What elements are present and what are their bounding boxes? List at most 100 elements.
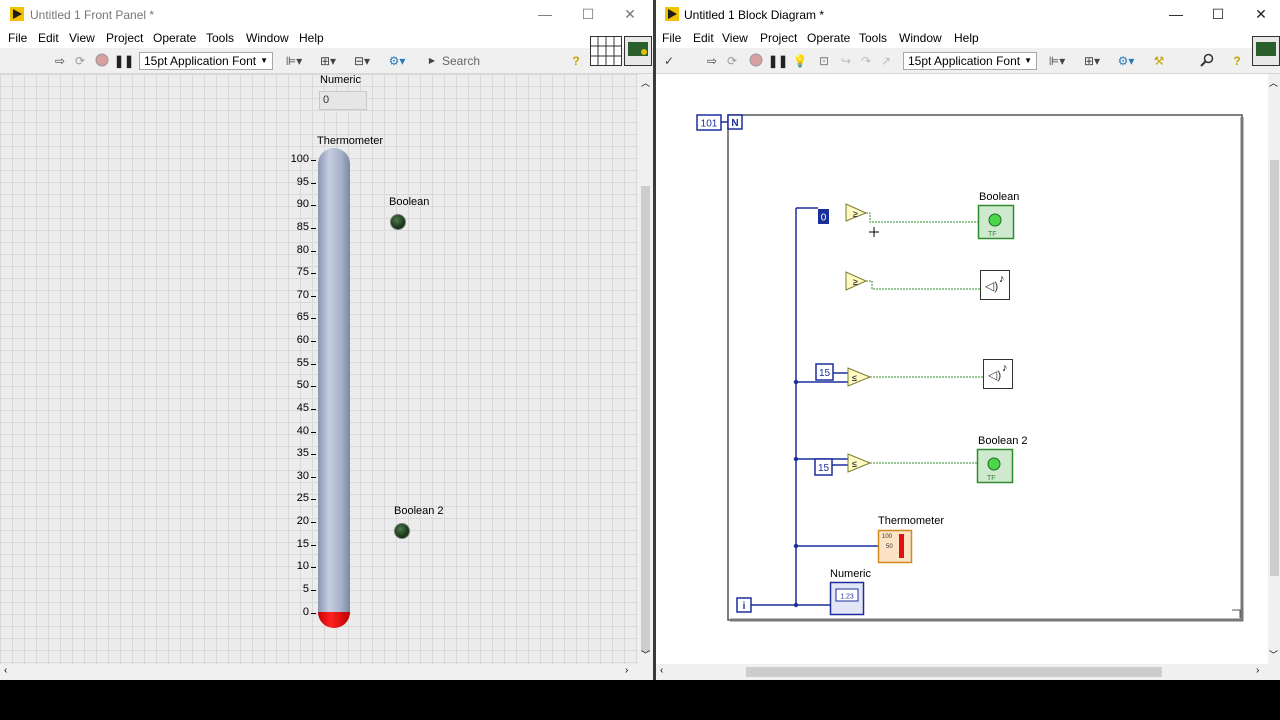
menu-operate[interactable]: Operate bbox=[807, 31, 850, 45]
menu-project[interactable]: Project bbox=[760, 31, 797, 45]
minimize-icon[interactable]: — bbox=[1168, 6, 1184, 22]
reorder-icon[interactable]: ⚙▾ bbox=[1114, 53, 1138, 69]
scroll-down-icon[interactable]: ﹀ bbox=[641, 648, 650, 661]
context-help-icon[interactable]: ? bbox=[1229, 53, 1245, 69]
highlight-execution-icon[interactable]: 💡 bbox=[792, 53, 808, 69]
vi-icon[interactable] bbox=[624, 36, 652, 66]
font-selector[interactable]: 15pt Application Font ▼ bbox=[903, 52, 1037, 70]
menu-operate[interactable]: Operate bbox=[153, 31, 196, 45]
maximize-icon[interactable]: ☐ bbox=[580, 6, 596, 22]
resize-handle-icon[interactable] bbox=[1232, 609, 1241, 618]
minimize-icon[interactable]: — bbox=[537, 6, 553, 22]
retain-wire-values-icon[interactable]: ⊡ bbox=[816, 53, 832, 69]
clean-up-diagram-icon[interactable]: ⚒ bbox=[1148, 53, 1170, 69]
svg-text:≥: ≥ bbox=[853, 277, 858, 287]
vi-icon[interactable] bbox=[1252, 36, 1280, 66]
close-icon[interactable]: ✕ bbox=[1253, 6, 1269, 22]
boolean-led[interactable] bbox=[390, 214, 406, 230]
run-continuously-icon[interactable]: ⟳ bbox=[72, 53, 88, 69]
less-or-equal-node-1[interactable]: ≤ bbox=[847, 367, 872, 387]
step-into-icon[interactable]: ↪ bbox=[838, 53, 854, 69]
menu-view[interactable]: View bbox=[69, 31, 95, 45]
align-objects-icon[interactable]: ⊫▾ bbox=[282, 53, 306, 69]
numeric-indicator[interactable]: 0 bbox=[319, 91, 367, 110]
apply-check-icon[interactable]: ✓ bbox=[662, 53, 676, 69]
menu-window[interactable]: Window bbox=[899, 31, 942, 45]
run-arrow-icon[interactable]: ⇨ bbox=[52, 53, 68, 69]
greater-or-equal-node-2[interactable]: ≥ bbox=[845, 271, 868, 291]
pause-icon[interactable]: ❚❚ bbox=[114, 53, 134, 69]
scroll-down-icon[interactable]: ﹀ bbox=[1269, 648, 1278, 661]
beep-node-1-icon[interactable]: ◁) ♪ bbox=[980, 270, 1010, 300]
thermometer-tick-label: 70 bbox=[296, 288, 309, 301]
menu-help[interactable]: Help bbox=[954, 31, 979, 45]
boolean-2-label: Boolean 2 bbox=[394, 505, 444, 517]
thermometer-tick-label: 5 bbox=[302, 582, 309, 595]
connector-pane-icon[interactable] bbox=[590, 36, 622, 66]
front-panel-window: Untitled 1 Front Panel * — ☐ ✕ File Edit… bbox=[0, 0, 653, 680]
scroll-right-icon[interactable]: › bbox=[1256, 665, 1259, 676]
menu-window[interactable]: Window bbox=[246, 31, 289, 45]
distribute-objects-icon[interactable]: ⊞▾ bbox=[316, 53, 340, 69]
vertical-scroll-thumb[interactable] bbox=[1270, 160, 1279, 576]
menu-tools[interactable]: Tools bbox=[859, 31, 887, 45]
abort-icon[interactable] bbox=[748, 53, 764, 69]
thermometer-tick-label: 50 bbox=[296, 379, 309, 392]
menu-edit[interactable]: Edit bbox=[38, 31, 59, 45]
step-out-icon[interactable]: ↗ bbox=[878, 53, 894, 69]
scroll-right-icon[interactable]: › bbox=[625, 665, 628, 676]
vertical-scroll-thumb[interactable] bbox=[641, 186, 650, 652]
block-diagram-horizontal-scrollbar[interactable]: ‹ › bbox=[656, 664, 1268, 680]
thermometer-tick-mark bbox=[311, 386, 316, 388]
search-input[interactable]: Search bbox=[438, 52, 562, 70]
scroll-up-icon[interactable]: ︿ bbox=[641, 76, 650, 89]
block-diagram-canvas[interactable]: 101 N i 0 ≥ ≥ ≤ ≤ 15 15 Boolean TF ◁) ♪ … bbox=[656, 74, 1268, 664]
less-or-equal-node-2[interactable]: ≤ bbox=[847, 453, 872, 473]
numeric-terminal[interactable]: 1.23 bbox=[829, 581, 865, 616]
context-help-icon[interactable]: ? bbox=[568, 53, 584, 69]
scroll-up-icon[interactable]: ︿ bbox=[1269, 76, 1278, 89]
thermometer-indicator[interactable] bbox=[318, 148, 350, 628]
thermometer-terminal[interactable]: 100 50 bbox=[877, 529, 913, 564]
abort-icon[interactable] bbox=[94, 53, 110, 69]
svg-text:≤: ≤ bbox=[852, 373, 857, 383]
boolean-terminal[interactable]: TF bbox=[977, 204, 1015, 240]
boolean-2-led[interactable] bbox=[394, 523, 410, 539]
front-panel-horizontal-scrollbar[interactable]: ‹ › bbox=[0, 664, 638, 680]
search-expand-icon[interactable]: ▶ bbox=[428, 53, 436, 69]
scroll-left-icon[interactable]: ‹ bbox=[4, 665, 7, 676]
scroll-left-icon[interactable]: ‹ bbox=[660, 665, 663, 676]
integer-wires[interactable] bbox=[751, 207, 880, 606]
step-over-icon[interactable]: ↷ bbox=[858, 53, 874, 69]
block-diagram-toolbar: ✓ ⇨ ⟳ ❚❚ 💡 ⊡ ↪ ↷ ↗ 15pt Application Font… bbox=[656, 36, 1280, 74]
menu-edit[interactable]: Edit bbox=[693, 31, 714, 45]
front-panel-vertical-scrollbar[interactable]: ︿ ﹀ bbox=[638, 74, 653, 664]
run-continuously-icon[interactable]: ⟳ bbox=[724, 53, 740, 69]
thermometer-tick-mark bbox=[311, 431, 316, 433]
align-objects-icon[interactable]: ⊫▾ bbox=[1045, 53, 1069, 69]
menu-file[interactable]: File bbox=[662, 31, 681, 45]
greater-or-equal-node-1[interactable]: ≥ bbox=[845, 203, 868, 222]
close-icon[interactable]: ✕ bbox=[622, 6, 638, 22]
boolean-label: Boolean bbox=[389, 196, 430, 208]
run-arrow-icon[interactable]: ⇨ bbox=[704, 53, 720, 69]
boolean-wires[interactable] bbox=[866, 212, 984, 464]
font-selector[interactable]: 15pt Application Font ▼ bbox=[139, 52, 273, 70]
resize-objects-icon[interactable]: ⊟▾ bbox=[350, 53, 374, 69]
block-diagram-vertical-scrollbar[interactable]: ︿ ﹀ bbox=[1268, 74, 1280, 664]
search-icon[interactable] bbox=[1196, 53, 1218, 69]
menu-view[interactable]: View bbox=[722, 31, 748, 45]
boolean-2-terminal[interactable]: TF bbox=[976, 448, 1014, 484]
maximize-icon[interactable]: ☐ bbox=[1210, 6, 1226, 22]
pause-icon[interactable]: ❚❚ bbox=[768, 53, 788, 69]
block-diagram-menubar: File Edit View Project Operate Tools Win… bbox=[656, 29, 1280, 48]
beep-node-2-icon[interactable]: ◁) ♪ bbox=[983, 359, 1013, 389]
menu-project[interactable]: Project bbox=[106, 31, 143, 45]
zero-constant-text: 0 bbox=[821, 213, 827, 224]
reorder-icon[interactable]: ⚙▾ bbox=[385, 53, 409, 69]
menu-help[interactable]: Help bbox=[299, 31, 324, 45]
menu-tools[interactable]: Tools bbox=[206, 31, 234, 45]
menu-file[interactable]: File bbox=[8, 31, 27, 45]
horizontal-scroll-thumb[interactable] bbox=[746, 667, 1162, 677]
distribute-objects-icon[interactable]: ⊞▾ bbox=[1080, 53, 1104, 69]
